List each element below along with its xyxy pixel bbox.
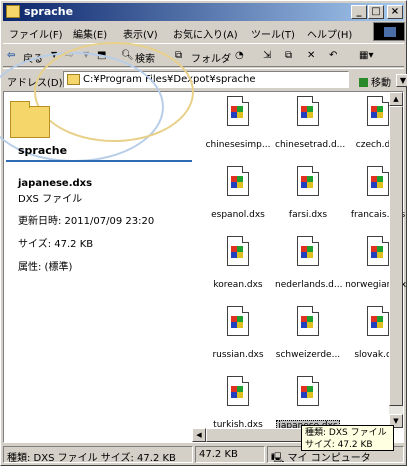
vertical-scroll-thumb[interactable] <box>389 106 403 406</box>
large-folder-icon <box>10 101 50 138</box>
views-icon[interactable]: ▦▾ <box>359 50 373 61</box>
file-list: chinesesimp... chinesetrad.d... czech.dxs e… <box>192 92 407 432</box>
copy-to-icon[interactable]: ⧉ <box>285 50 292 61</box>
dxs-file-icon <box>367 166 389 196</box>
scroll-left-icon[interactable]: ◀ <box>192 428 206 442</box>
dxs-file-icon <box>297 236 319 266</box>
tooltip: 種類: DXS ファイル サイズ: 47.2 KB <box>301 425 394 451</box>
dxs-file-icon <box>367 236 389 266</box>
status-location-label: マイ コンピュータ <box>287 453 371 463</box>
file-item[interactable]: korean.dxs <box>204 236 272 290</box>
status-selection: 種類: DXS ファイル サイズ: 47.2 KB <box>3 446 193 463</box>
dxs-file-icon <box>227 96 249 126</box>
divider <box>6 160 192 162</box>
dxs-file-icon <box>227 236 249 266</box>
file-name: korean.dxs <box>213 280 263 290</box>
file-name: espanol.dxs <box>211 210 265 220</box>
dxs-file-icon <box>227 306 249 336</box>
selected-file-name: japanese.dxs <box>18 178 93 189</box>
tooltip-size: サイズ: 47.2 KB <box>305 440 373 450</box>
file-item[interactable]: chinesetrad.d... <box>274 96 345 150</box>
menu-favorites[interactable]: お気に入り(A) <box>173 26 238 41</box>
details-pane: sprache japanese.dxs DXS ファイル 更新日時: 2011… <box>0 42 194 442</box>
file-item[interactable]: turkish.dxs <box>204 376 272 430</box>
tooltip-type: 種類: DXS ファイル <box>305 428 387 438</box>
go-button[interactable]: 移動 <box>359 74 391 89</box>
selected-file-type: DXS ファイル <box>18 194 83 205</box>
menu-tools[interactable]: ツール(T) <box>251 26 295 41</box>
folder-banner: sprache <box>0 42 194 162</box>
explorer-window: sprache _ □ × ファイル(F) 編集(E) 表示(V) お気に入り(… <box>0 0 407 466</box>
file-item[interactable]: japanese.dxs <box>274 376 342 432</box>
dxs-file-icon <box>297 376 319 406</box>
file-item[interactable]: nederlands.d... <box>274 236 342 290</box>
folder-name: sprache <box>18 144 68 157</box>
file-item[interactable]: farsi.dxs <box>274 166 342 220</box>
file-name: farsi.dxs <box>288 210 328 220</box>
modified-date: 更新日時: 2011/07/09 23:20 <box>18 216 155 227</box>
back-arrow-icon[interactable]: ⇦ <box>7 50 15 61</box>
dxs-file-icon <box>367 306 389 336</box>
status-size: 47.2 KB <box>195 446 265 463</box>
undo-icon[interactable]: ↶ <box>329 50 337 61</box>
delete-icon[interactable]: ✕ <box>307 50 315 61</box>
content-pane: sprache japanese.dxs DXS ファイル 更新日時: 2011… <box>0 42 407 443</box>
folder-icon <box>6 5 20 18</box>
maximize-button[interactable]: □ <box>368 5 384 19</box>
file-item[interactable]: russian.dxs <box>204 306 272 360</box>
folders-icon[interactable]: ⧉ <box>175 50 182 61</box>
move-to-icon[interactable]: ⇲ <box>263 50 271 61</box>
menu-edit[interactable]: 編集(E) <box>73 26 107 41</box>
window-title: sprache <box>24 5 74 18</box>
folders-button[interactable]: フォルダ <box>191 50 231 65</box>
dxs-file-icon <box>367 96 389 126</box>
scroll-up-icon[interactable]: ▲ <box>389 92 403 106</box>
windows-logo <box>373 22 405 41</box>
go-label: 移動 <box>371 78 391 89</box>
dxs-file-icon <box>297 166 319 196</box>
go-arrow-icon <box>359 78 368 87</box>
menu-help[interactable]: ヘルプ(H) <box>307 26 352 41</box>
file-name: nederlands.d... <box>275 280 343 290</box>
dxs-file-icon <box>227 376 249 406</box>
horizontal-scroll-thumb[interactable] <box>206 428 316 442</box>
dxs-file-icon <box>297 306 319 336</box>
dxs-file-icon <box>297 96 319 126</box>
file-item[interactable]: chinesesimp... <box>204 96 272 150</box>
file-size: サイズ: 47.2 KB <box>18 239 94 250</box>
close-button[interactable]: × <box>387 5 403 19</box>
computer-icon: 🖳 <box>271 453 288 463</box>
history-icon[interactable]: ◔ <box>235 50 244 61</box>
minimize-button[interactable]: _ <box>351 5 367 19</box>
menu-view[interactable]: 表示(V) <box>123 26 158 41</box>
menu-file[interactable]: ファイル(F) <box>9 26 63 41</box>
file-item[interactable]: schweizerde... <box>274 306 342 360</box>
address-dropdown-icon[interactable]: ▼ <box>396 74 407 87</box>
menu-bar: ファイル(F) 編集(E) 表示(V) お気に入り(A) ツール(T) ヘルプ(… <box>3 22 369 42</box>
file-name: chinesetrad.d... <box>275 140 346 150</box>
file-name: russian.dxs <box>212 350 264 360</box>
file-name: schweizerde... <box>275 350 341 360</box>
vertical-scrollbar[interactable]: ▲ ▼ <box>389 92 403 428</box>
file-attributes: 属性: (標準) <box>18 262 73 273</box>
file-name: chinesesimp... <box>205 140 271 150</box>
file-item[interactable]: espanol.dxs <box>204 166 272 220</box>
dxs-file-icon <box>227 166 249 196</box>
title-bar[interactable]: sprache _ □ × <box>3 3 404 21</box>
